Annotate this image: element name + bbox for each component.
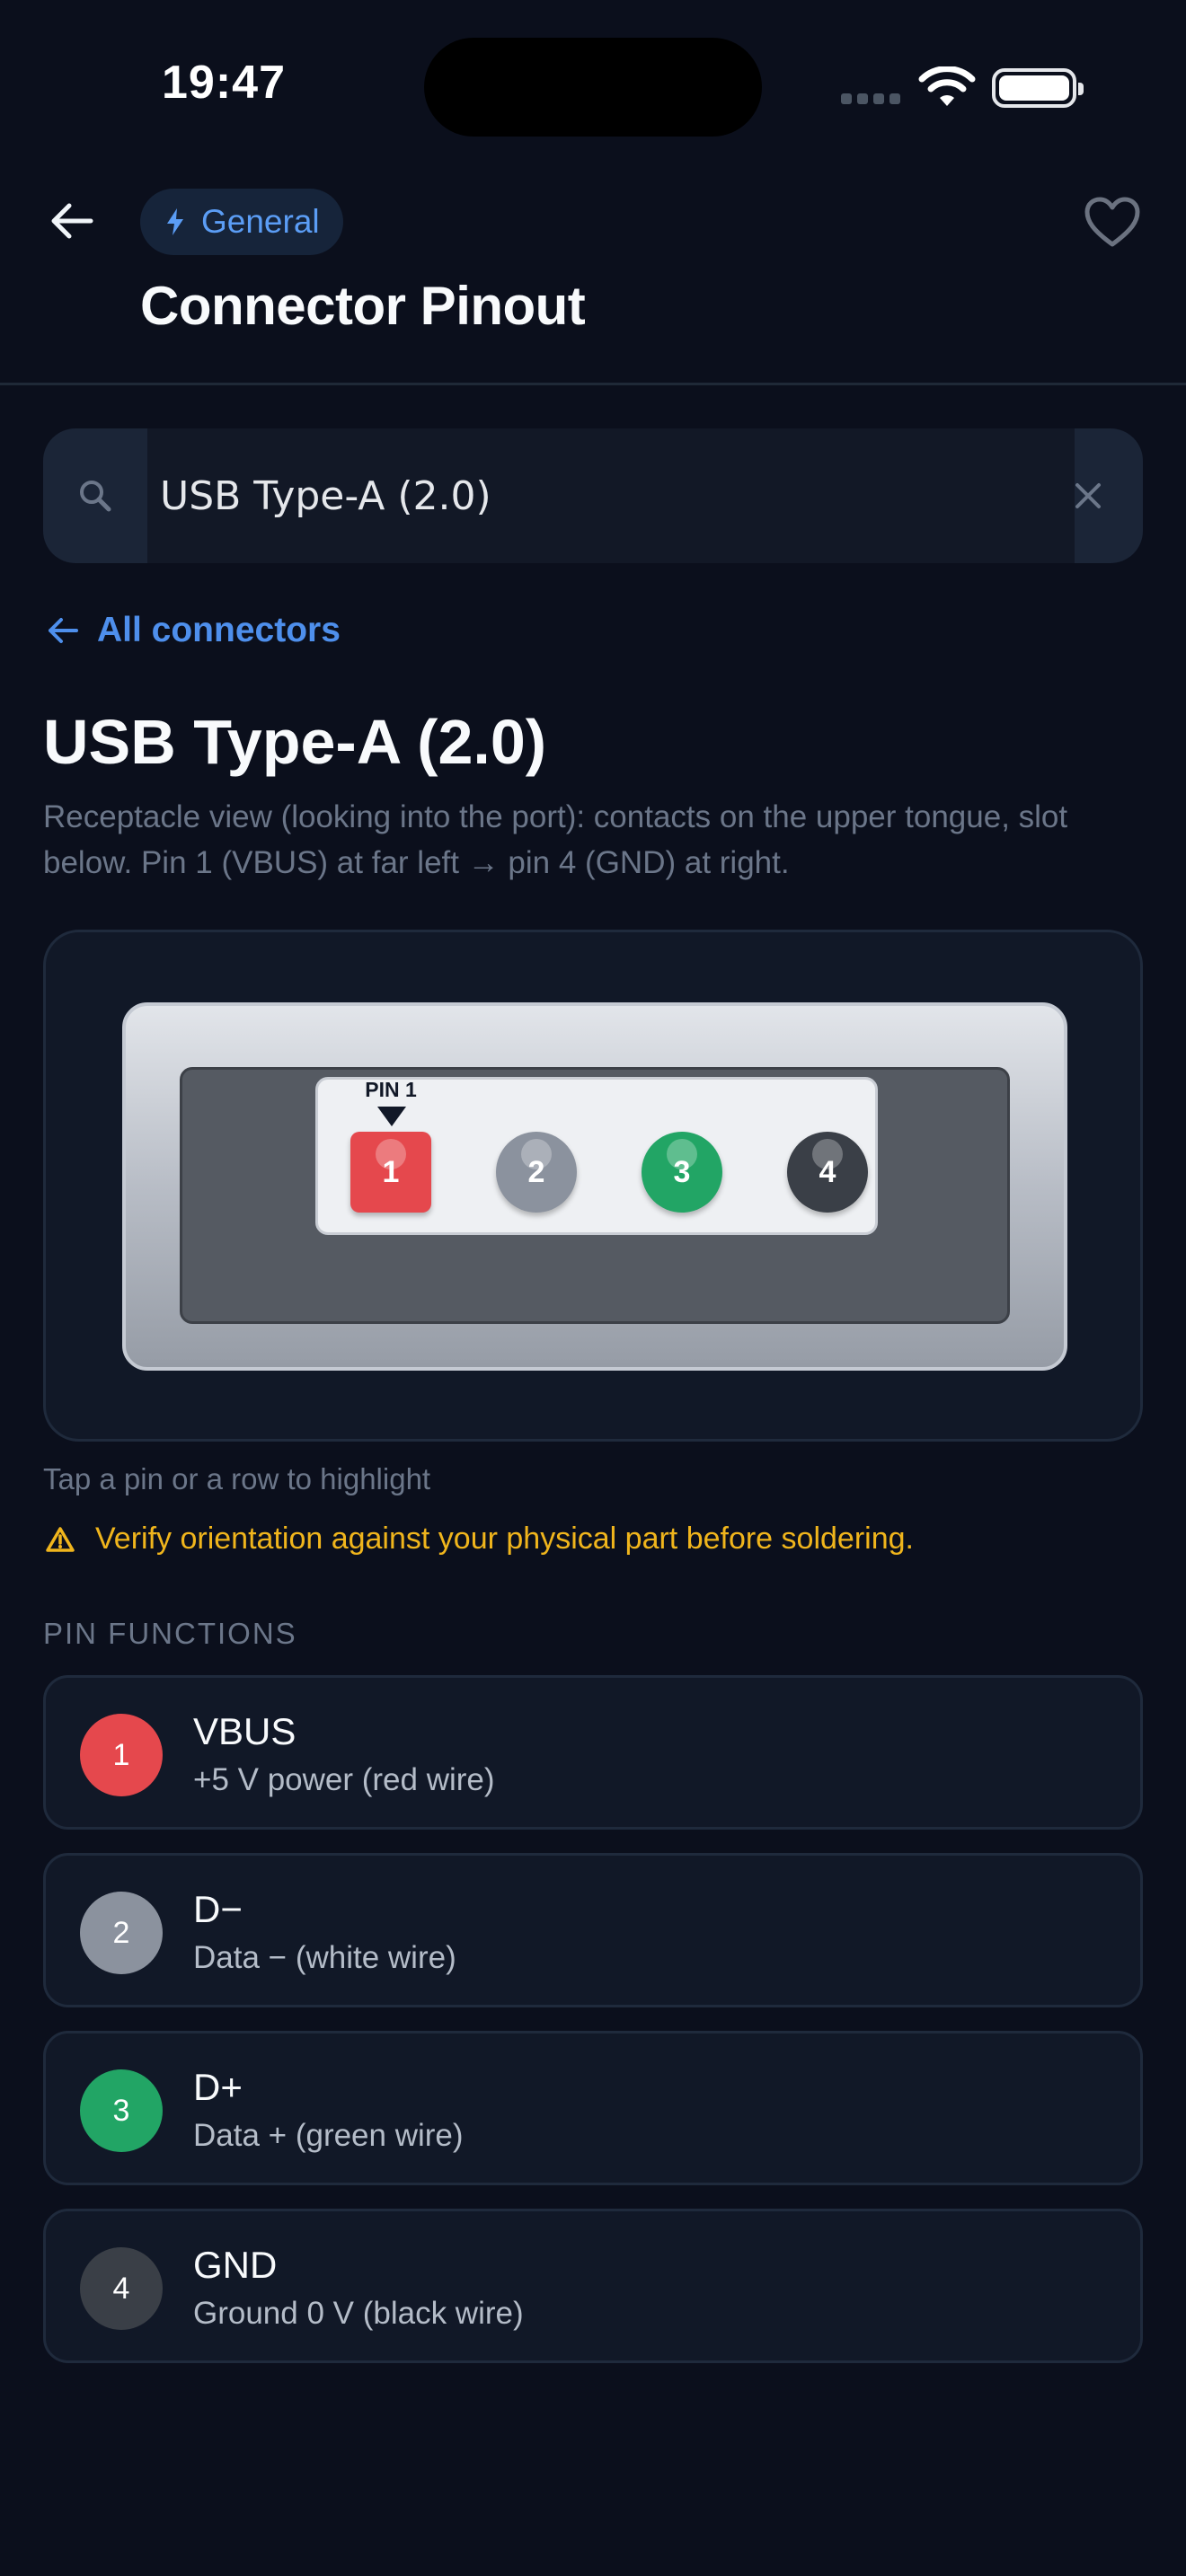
status-time: 19:47 [162, 57, 286, 109]
diagram-pin-number: 4 [819, 1154, 836, 1189]
pin-name: D− [193, 1888, 243, 1930]
cellular-signal-icon [841, 93, 900, 104]
heart-icon [1084, 197, 1140, 247]
pinout-diagram: PIN 1 1 2 3 4 [43, 930, 1143, 1442]
favorite-button[interactable] [1084, 196, 1141, 250]
pin-row-4[interactable]: 4 GND Ground 0 V (black wire) [43, 2209, 1143, 2363]
pin-badge: 4 [80, 2247, 163, 2330]
diagram-pin-number: 1 [382, 1154, 400, 1189]
all-connectors-label: All connectors [97, 611, 341, 649]
search-icon [43, 428, 147, 563]
connector-title: USB Type-A (2.0) [43, 707, 547, 777]
contact-tongue: PIN 1 1 2 3 4 [315, 1077, 878, 1235]
pin-row-3[interactable]: 3 D+ Data + (green wire) [43, 2031, 1143, 2185]
connector-description: Receptacle view (looking into the port):… [43, 799, 1068, 880]
warning-text: Verify orientation against your physical… [95, 1522, 914, 1556]
diagram-hint: Tap a pin or a row to highlight [43, 1462, 431, 1495]
category-label: General [201, 203, 320, 240]
connector-slot: PIN 1 1 2 3 4 [180, 1067, 1010, 1324]
close-icon [1075, 483, 1101, 508]
pin-row-1[interactable]: 1 VBUS +5 V power (red wire) [43, 1675, 1143, 1830]
pin-badge: 3 [80, 2069, 163, 2152]
pin1-marker-arrow-icon [377, 1107, 406, 1126]
orientation-warning: Verify orientation against your physical… [45, 1522, 914, 1557]
pin-name: D+ [193, 2066, 243, 2108]
all-connectors-link[interactable]: All connectors [47, 611, 341, 650]
lightning-bolt-icon [167, 208, 183, 235]
arrow-left-icon [49, 618, 78, 643]
pin-function: Data − (white wire) [193, 1940, 456, 1975]
header-divider [0, 383, 1186, 385]
diagram-pin-1[interactable]: 1 [350, 1132, 431, 1213]
diagram-pin-2[interactable]: 2 [496, 1132, 577, 1213]
page-title: Connector Pinout [140, 276, 586, 336]
pin-function: Data + (green wire) [193, 2118, 464, 2153]
diagram-pin-number: 2 [527, 1154, 545, 1189]
warning-triangle-icon [46, 1526, 75, 1552]
dynamic-island [424, 38, 762, 137]
pin-functions-heading: PIN FUNCTIONS [43, 1617, 297, 1650]
diagram-pin-4[interactable]: 4 [787, 1132, 868, 1213]
pin-function: Ground 0 V (black wire) [193, 2296, 524, 2331]
pin-function: +5 V power (red wire) [193, 1762, 495, 1797]
wifi-icon [918, 66, 976, 106]
pin1-marker-label: PIN 1 [365, 1078, 417, 1101]
pinout-screen: 19:47 General Connector Pinout USB Type-… [0, 0, 1186, 2576]
back-button[interactable] [47, 196, 97, 246]
diagram-pin-number: 3 [673, 1154, 691, 1189]
search-input[interactable] [147, 428, 1075, 563]
pin-row-2[interactable]: 2 D− Data − (white wire) [43, 1853, 1143, 2007]
pin-badge: 1 [80, 1714, 163, 1796]
connector-shell: PIN 1 1 2 3 4 [122, 1002, 1067, 1371]
arrow-left-icon [51, 203, 93, 239]
pin-badge: 2 [80, 1892, 163, 1974]
battery-icon [992, 68, 1084, 108]
search-bar [43, 428, 1143, 563]
pin-name: VBUS [193, 1710, 296, 1752]
clear-search-button[interactable] [1033, 428, 1143, 563]
diagram-pin-3[interactable]: 3 [642, 1132, 722, 1213]
category-chip[interactable]: General [140, 189, 343, 255]
pin-name: GND [193, 2244, 278, 2286]
